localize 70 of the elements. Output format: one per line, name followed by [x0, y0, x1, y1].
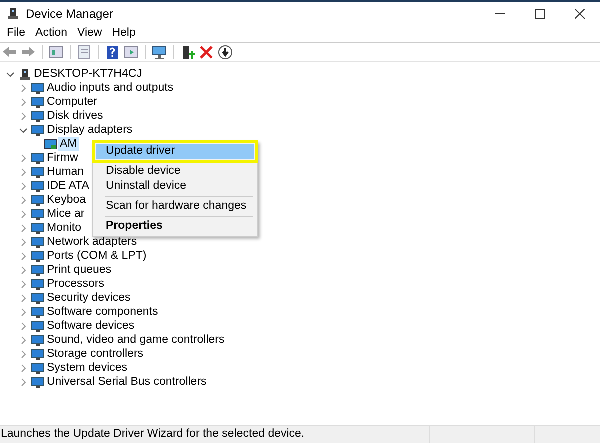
- monitor-icon[interactable]: [152, 44, 167, 60]
- device-icon: [31, 306, 45, 318]
- download-icon[interactable]: [218, 44, 233, 60]
- tree-item[interactable]: Processors: [45, 277, 107, 291]
- device-icon: [31, 376, 45, 388]
- device-icon: [31, 208, 45, 220]
- tree-item[interactable]: AM: [58, 137, 80, 151]
- tree-item[interactable]: Universal Serial Bus controllers: [45, 375, 209, 389]
- tree-item[interactable]: Monito: [45, 221, 84, 235]
- tree-item[interactable]: Computer: [45, 95, 100, 109]
- menu-item[interactable]: Scan for hardware changes: [96, 199, 254, 214]
- device-icon: [31, 222, 45, 234]
- device-icon: [31, 82, 45, 94]
- window-title: Device Manager: [26, 6, 114, 22]
- tree-item[interactable]: Firmw: [45, 151, 80, 165]
- maximize-icon: [535, 8, 546, 18]
- menu-item[interactable]: Uninstall device: [96, 179, 254, 194]
- tree-item[interactable]: DESKTOP-KT7H4CJ: [32, 67, 144, 81]
- device-icon: [31, 264, 45, 276]
- device-icon: [31, 292, 45, 304]
- menu-item[interactable]: Action: [30, 24, 72, 42]
- tree-item[interactable]: System devices: [45, 361, 130, 375]
- tree-item[interactable]: Software devices: [45, 319, 137, 333]
- add-device-icon[interactable]: [180, 44, 195, 60]
- tree-item[interactable]: Storage controllers: [45, 347, 146, 361]
- device-icon: [31, 124, 45, 136]
- tree-item[interactable]: Print queues: [45, 263, 114, 277]
- device-icon: [31, 278, 45, 290]
- delete-icon[interactable]: [199, 44, 214, 60]
- tree-item[interactable]: Software components: [45, 305, 160, 319]
- menu-item[interactable]: Update driver: [96, 144, 254, 159]
- tree-item[interactable]: Network adapters: [45, 235, 140, 249]
- tree-item[interactable]: Sound, video and game controllers: [45, 333, 227, 347]
- back-arrow-icon[interactable]: [2, 44, 17, 60]
- tree-item[interactable]: Disk drives: [45, 109, 106, 123]
- device-icon: [31, 236, 45, 248]
- page-icon[interactable]: [77, 44, 92, 60]
- computer-icon: [18, 68, 32, 80]
- tree-item[interactable]: Keyboa: [45, 193, 88, 207]
- device-icon: [31, 194, 45, 206]
- device-icon: [31, 250, 45, 262]
- tree-item[interactable]: Mice ar: [45, 207, 87, 221]
- tree-item[interactable]: Audio inputs and outputs: [45, 81, 176, 95]
- close-icon: [575, 8, 586, 18]
- menu-item[interactable]: Help: [107, 24, 141, 42]
- menu-item[interactable]: Properties: [96, 219, 254, 234]
- tree-item[interactable]: Display adapters: [45, 123, 135, 137]
- forward-arrow-icon[interactable]: [21, 44, 36, 60]
- menu-item[interactable]: Disable device: [96, 164, 254, 179]
- menu-item[interactable]: File: [2, 24, 31, 42]
- device-icon: [31, 96, 45, 108]
- computer-icon: [6, 6, 20, 20]
- tree-item[interactable]: Ports (COM & LPT): [45, 249, 149, 263]
- panel-icon[interactable]: [49, 44, 64, 60]
- help-icon[interactable]: [105, 44, 120, 60]
- device-icon: [31, 362, 45, 374]
- device-icon: [31, 180, 45, 192]
- display-card-icon: [44, 138, 58, 150]
- tree-item[interactable]: Security devices: [45, 291, 133, 305]
- device-icon: [31, 110, 45, 122]
- tree-item[interactable]: IDE ATA: [45, 179, 92, 193]
- device-icon: [31, 334, 45, 346]
- menu-item[interactable]: View: [72, 24, 108, 42]
- tree-item[interactable]: Human: [45, 165, 86, 179]
- panel-play-icon[interactable]: [124, 44, 139, 60]
- status-text: Launches the Update Driver Wizard for the selected device.: [0, 426, 306, 442]
- device-icon: [31, 320, 45, 332]
- device-icon: [31, 348, 45, 360]
- device-icon: [31, 166, 45, 178]
- device-icon: [31, 152, 45, 164]
